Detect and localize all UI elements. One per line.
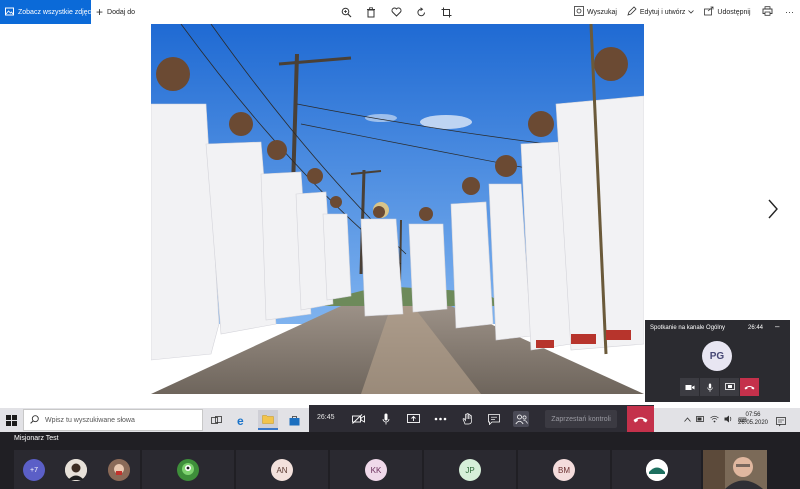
- file-explorer-icon[interactable]: [258, 410, 278, 430]
- participant-tile[interactable]: [142, 450, 234, 489]
- next-image-button[interactable]: [765, 198, 781, 220]
- chat-icon[interactable]: [486, 411, 502, 427]
- print-icon[interactable]: [762, 6, 773, 18]
- more-participants-badge[interactable]: +7: [23, 459, 45, 481]
- windows-start-icon[interactable]: [0, 408, 22, 432]
- search-label: Wyszukaj: [587, 8, 617, 16]
- photos-icon: [5, 7, 14, 18]
- participant-initials: JP: [459, 459, 481, 481]
- hang-up-icon: [633, 416, 648, 422]
- network-icon[interactable]: [710, 415, 719, 425]
- edge-icon[interactable]: e: [232, 410, 252, 430]
- participant-tile[interactable]: JP: [424, 450, 516, 489]
- share-screen-icon[interactable]: [720, 378, 739, 396]
- edit-icon: [627, 6, 637, 18]
- toolbar-right: ···: [762, 0, 794, 24]
- camera-off-icon[interactable]: [350, 411, 366, 427]
- mini-call-controls: [680, 378, 759, 396]
- delete-icon[interactable]: [365, 6, 377, 18]
- hang-up-icon[interactable]: [740, 378, 759, 396]
- search-people-icon: [574, 6, 584, 18]
- clock-date: 26.05.2020: [737, 420, 769, 426]
- participant-photo-avatar[interactable]: [108, 459, 130, 481]
- more-options-button[interactable]: ···: [785, 7, 794, 17]
- search-button[interactable]: Wyszukaj: [574, 6, 617, 18]
- crop-icon[interactable]: [440, 6, 452, 18]
- presenter-name: Misjonarz Test: [14, 435, 59, 442]
- add-to-button[interactable]: + Dodaj do: [96, 0, 135, 24]
- participant-photo-avatar: [177, 459, 199, 481]
- taskbar-search-box[interactable]: Wpisz tu wyszukiwane słowa: [23, 409, 203, 431]
- participant-tile[interactable]: [612, 450, 701, 489]
- call-timer: 26:45: [317, 414, 335, 421]
- notifications-icon[interactable]: [776, 414, 786, 432]
- see-all-photos-label: Zobacz wszystkie zdjęcia: [18, 8, 97, 16]
- participant-tile[interactable]: BM: [518, 450, 610, 489]
- taskbar-clock[interactable]: 07:56 26.05.2020: [736, 411, 770, 427]
- edit-create-button[interactable]: Edytuj i utwórz: [627, 6, 695, 18]
- zoom-icon[interactable]: [340, 6, 352, 18]
- share-label: Udostępnij: [717, 8, 751, 16]
- self-video-preview[interactable]: [703, 450, 767, 489]
- participants-icon[interactable]: [513, 411, 529, 427]
- camera-icon[interactable]: [680, 378, 699, 396]
- chevron-up-icon[interactable]: [684, 416, 691, 424]
- raise-hand-icon[interactable]: [459, 411, 475, 427]
- clock-time: 07:56: [745, 412, 761, 418]
- microphone-icon[interactable]: [378, 411, 394, 427]
- microphone-icon[interactable]: [700, 378, 719, 396]
- photo-actions: Wyszukaj Edytuj i utwórz Udostępnij: [574, 0, 751, 24]
- meeting-time: 26:44: [748, 325, 764, 331]
- taskbar-search-placeholder: Wpisz tu wyszukiwane słowa: [45, 416, 135, 424]
- hang-up-button[interactable]: [627, 406, 654, 432]
- svg-text:e: e: [237, 414, 244, 426]
- store-icon[interactable]: [284, 410, 304, 430]
- see-all-photos-button[interactable]: Zobacz wszystkie zdjęcia: [0, 0, 97, 24]
- meeting-mini-window[interactable]: Spotkanie na kanale Ogólny 26:44 – PG: [645, 320, 790, 402]
- stop-control-button[interactable]: Zaprzestań kontroli: [545, 410, 617, 428]
- task-view-icon[interactable]: [206, 410, 226, 430]
- displayed-photo: [151, 24, 644, 394]
- volume-icon[interactable]: [724, 415, 733, 425]
- participant-photo-avatar[interactable]: [65, 459, 87, 481]
- rotate-icon[interactable]: [415, 6, 427, 18]
- search-icon: [30, 414, 39, 426]
- share-button[interactable]: Udostępnij: [704, 6, 751, 18]
- photo-tools: [340, 0, 452, 24]
- plus-icon: +: [96, 5, 104, 19]
- chevron-right-icon: [768, 199, 778, 219]
- participant-tile[interactable]: KK: [330, 450, 422, 489]
- favorite-heart-icon[interactable]: [390, 6, 402, 18]
- participant-initials: AN: [271, 459, 293, 481]
- share-icon: [704, 6, 714, 18]
- minimize-icon[interactable]: –: [775, 322, 779, 331]
- teams-call-controls: 26:45 Zaprzestań kontroli: [309, 405, 654, 433]
- battery-icon[interactable]: [696, 416, 705, 424]
- photos-toolbar: Zobacz wszystkie zdjęcia + Dodaj do Wysz…: [0, 0, 800, 24]
- edit-create-label: Edytuj i utwórz: [639, 8, 686, 16]
- participant-avatar: PG: [702, 341, 732, 371]
- participant-initials: KK: [365, 459, 387, 481]
- meeting-title: Spotkanie na kanale Ogólny: [650, 325, 726, 331]
- taskbar-apps: e: [206, 408, 304, 432]
- participant-photo-avatar: [646, 459, 668, 481]
- more-actions-icon[interactable]: [432, 411, 448, 427]
- chevron-down-icon: [688, 9, 695, 16]
- screen: Zobacz wszystkie zdjęcia + Dodaj do Wysz…: [0, 0, 800, 489]
- share-tray-icon[interactable]: [405, 411, 421, 427]
- participant-tile[interactable]: AN: [236, 450, 328, 489]
- add-to-label: Dodaj do: [107, 8, 136, 16]
- participant-tile-group[interactable]: +7: [14, 450, 140, 489]
- meeting-participants-strip: Misjonarz Test +7 AN KK JP BM: [0, 432, 800, 489]
- participant-initials: BM: [553, 459, 575, 481]
